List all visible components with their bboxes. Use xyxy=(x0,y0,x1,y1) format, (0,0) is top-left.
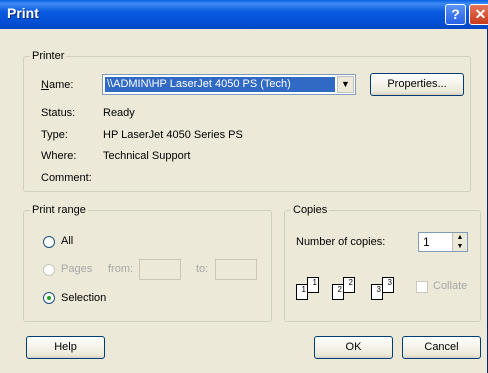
page-icon: 2 xyxy=(343,277,355,293)
stepper-arrows-icon[interactable]: ▲ ▼ xyxy=(452,233,467,251)
from-input[interactable] xyxy=(139,259,181,280)
printer-group: Printer xyxy=(23,50,471,192)
selection-label[interactable]: Selection xyxy=(61,292,106,304)
window-title: Print xyxy=(7,5,39,21)
print-dialog: Print ? ✕ Printer Name: \\ADMIN\HP Laser… xyxy=(0,0,488,373)
help-button[interactable]: Help xyxy=(26,336,105,359)
cancel-button[interactable]: Cancel xyxy=(402,336,481,359)
pages-label[interactable]: Pages xyxy=(61,263,92,275)
printer-group-label: Printer xyxy=(32,50,65,62)
collate-label[interactable]: Collate xyxy=(433,280,467,292)
cancel-button-label: Cancel xyxy=(424,341,459,353)
help-titlebar-button[interactable]: ? xyxy=(445,4,466,25)
where-label: Where: xyxy=(41,150,77,162)
close-icon: ✕ xyxy=(474,6,487,22)
where-value: Technical Support xyxy=(103,150,191,162)
copies-stepper[interactable]: 1 ▲ ▼ xyxy=(418,232,468,252)
chevron-down-icon[interactable]: ▼ xyxy=(337,76,354,93)
properties-button[interactable]: Properties... xyxy=(370,73,464,96)
properties-button-label: Properties... xyxy=(387,78,447,90)
printer-name-select[interactable]: \\ADMIN\HP LaserJet 4050 PS (Tech) ▼ xyxy=(102,74,356,95)
page-icon: 3 xyxy=(382,277,394,293)
copies-group-label: Copies xyxy=(293,204,328,216)
copies-value: 1 xyxy=(423,235,430,249)
ok-button[interactable]: OK xyxy=(314,336,393,359)
to-label: to: xyxy=(196,263,209,275)
title-bar[interactable]: Print ? ✕ xyxy=(0,0,488,29)
type-label: Type: xyxy=(41,129,68,141)
copies-group: Copies xyxy=(284,204,481,322)
print-range-group-label: Print range xyxy=(32,204,86,216)
all-radio[interactable] xyxy=(43,236,55,248)
type-value: HP LaserJet 4050 Series PS xyxy=(103,129,243,141)
to-input[interactable] xyxy=(215,259,257,280)
number-of-copies-label: Number of copies: xyxy=(296,236,386,248)
collate-checkbox[interactable] xyxy=(416,281,428,293)
printer-name-value: \\ADMIN\HP LaserJet 4050 PS (Tech) xyxy=(105,77,335,92)
question-mark-icon: ? xyxy=(451,6,460,22)
comment-label: Comment: xyxy=(41,172,92,184)
help-button-label: Help xyxy=(54,341,77,353)
name-label: Name: xyxy=(41,79,74,91)
from-label: from: xyxy=(108,263,134,275)
page-icon: 1 xyxy=(307,277,319,293)
name-label-rest: ame: xyxy=(48,79,74,91)
status-label: Status: xyxy=(41,107,76,119)
pages-radio[interactable] xyxy=(43,264,55,276)
ok-button-label: OK xyxy=(345,341,362,353)
status-value: Ready xyxy=(103,107,135,119)
all-label[interactable]: All xyxy=(61,235,73,247)
close-button[interactable]: ✕ xyxy=(469,4,488,25)
selection-radio[interactable] xyxy=(43,292,55,304)
